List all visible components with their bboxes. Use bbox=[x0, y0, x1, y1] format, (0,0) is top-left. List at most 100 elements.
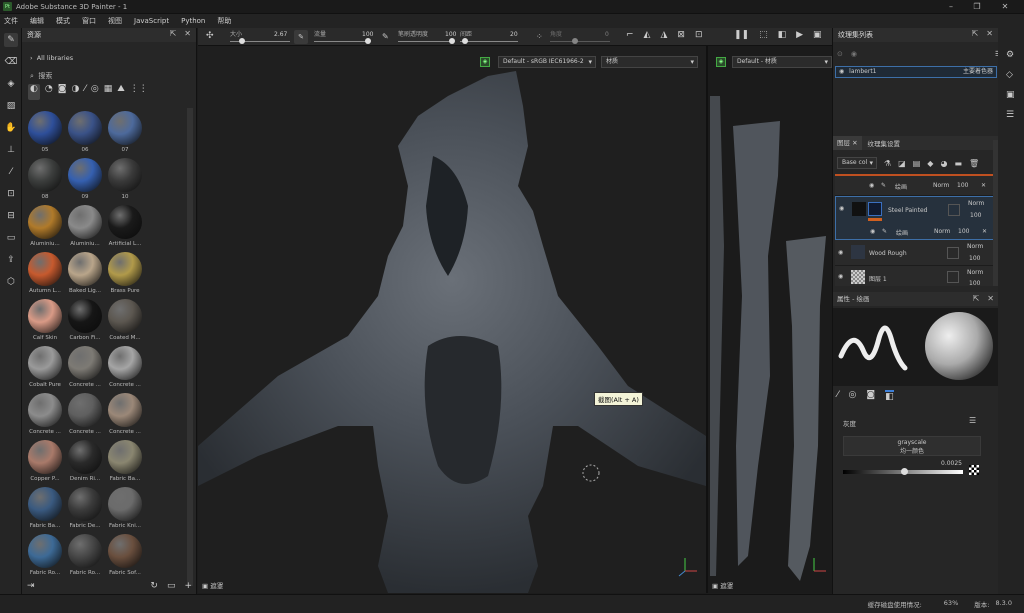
layer-row[interactable]: ◉ Wood Rough Norm 100 bbox=[835, 240, 995, 266]
material-item[interactable]: 06 bbox=[65, 111, 105, 153]
menu-javascript[interactable]: JavaScript bbox=[134, 17, 169, 25]
delete-icon[interactable]: 🗑 bbox=[969, 159, 979, 168]
shader-name[interactable]: 主要着色器 bbox=[963, 67, 993, 77]
add-icon[interactable]: + bbox=[184, 581, 192, 595]
file-icon[interactable]: ▭ bbox=[4, 231, 18, 245]
eye-icon[interactable]: ◉ bbox=[869, 182, 874, 189]
material-item[interactable]: Autumn L... bbox=[25, 252, 65, 294]
close-panel-icon[interactable]: ✕ bbox=[987, 292, 994, 306]
texture-set-item[interactable]: ◉ lambert1 主要着色器 bbox=[835, 66, 997, 78]
link-icon[interactable]: ⊙ bbox=[837, 50, 843, 58]
add-effect-icon[interactable]: ⚗ bbox=[884, 159, 891, 168]
size-slider[interactable]: 大小 2.67 bbox=[230, 29, 290, 45]
layer-checkbox[interactable] bbox=[947, 271, 959, 283]
stencil-tab-icon[interactable]: ◙ bbox=[866, 390, 875, 402]
section-menu-icon[interactable]: ☰ bbox=[969, 416, 976, 425]
layer-name[interactable]: Wood Rough bbox=[869, 250, 907, 257]
3d-model[interactable] bbox=[198, 46, 706, 593]
menu-edit[interactable]: 编辑 bbox=[30, 16, 44, 26]
size-value[interactable]: 2.67 bbox=[274, 31, 287, 38]
material-item[interactable]: Concrete ... bbox=[105, 393, 145, 435]
visibility-icon[interactable]: ◉ bbox=[851, 50, 857, 58]
layer-name[interactable]: 绘画 bbox=[896, 228, 908, 237]
folder-icon[interactable]: ▭ bbox=[167, 581, 176, 595]
flow-track[interactable] bbox=[314, 41, 368, 42]
layer-name[interactable]: Steel Painted bbox=[888, 207, 927, 214]
opacity-slider[interactable]: 笔刷透明度 100 bbox=[398, 29, 458, 45]
blend-mode[interactable]: Norm bbox=[933, 182, 949, 189]
material-item[interactable]: Carbon Fi... bbox=[65, 299, 105, 341]
symmetry-icon[interactable]: ✣ bbox=[206, 31, 214, 41]
layer-opacity[interactable]: 100 bbox=[969, 280, 980, 286]
flow-knob[interactable] bbox=[365, 38, 371, 44]
add-fill-icon[interactable]: ◆ bbox=[927, 159, 933, 168]
layer-icon[interactable]: ⊟ bbox=[4, 209, 18, 223]
split-view-icon[interactable]: ◧ bbox=[778, 30, 787, 40]
settings-icon[interactable]: ⚙ bbox=[1006, 50, 1024, 60]
group-folder-icon[interactable]: ▬ bbox=[954, 159, 962, 168]
shader-icon[interactable]: ◇ bbox=[1006, 70, 1024, 80]
eye-icon[interactable]: ◉ bbox=[870, 228, 875, 235]
grayscale-value[interactable]: 0.0025 bbox=[941, 460, 962, 467]
refresh-icon[interactable]: ↻ bbox=[150, 581, 158, 595]
eraser-icon[interactable]: ⌫ bbox=[4, 55, 18, 69]
material-item[interactable]: Copper P... bbox=[25, 440, 65, 482]
flow-slider[interactable]: 流量 100 bbox=[314, 29, 374, 45]
float-panel-icon[interactable]: ⇱ bbox=[972, 29, 979, 38]
texture-icon[interactable]: ▦ bbox=[104, 84, 113, 100]
material-item[interactable]: 10 bbox=[105, 158, 145, 200]
opacity-track[interactable] bbox=[398, 41, 452, 42]
channel-dropdown[interactable]: Base col bbox=[837, 157, 877, 169]
menu-view[interactable]: 视图 bbox=[108, 16, 122, 26]
tab-layers[interactable]: 图层 ✕ bbox=[833, 136, 862, 150]
material-item[interactable]: Artificial L... bbox=[105, 205, 145, 247]
color-picker-icon[interactable] bbox=[969, 465, 979, 475]
blend-mode[interactable]: Norm bbox=[934, 228, 950, 235]
material-item[interactable]: Fabric Ba... bbox=[105, 440, 145, 482]
smudge-icon[interactable]: ✋ bbox=[4, 121, 18, 135]
projection-icon[interactable]: ◈ bbox=[4, 77, 18, 91]
add-smart-icon[interactable]: ◕ bbox=[940, 159, 947, 168]
clone-stamp-icon[interactable]: ⊥ bbox=[4, 143, 18, 157]
color-picker-icon[interactable]: ⁄ bbox=[4, 165, 18, 179]
material-item[interactable]: Fabric Ro... bbox=[25, 534, 65, 576]
jitter-icon[interactable]: ⁘ bbox=[536, 32, 543, 41]
eye-icon[interactable]: ◉ bbox=[838, 249, 843, 256]
pause-icon[interactable]: ❚❚ bbox=[734, 30, 749, 40]
material-item[interactable]: Concrete ... bbox=[65, 393, 105, 435]
blend-mode[interactable]: Norm bbox=[968, 200, 984, 207]
close-window-icon[interactable]: ✕ bbox=[1000, 2, 1010, 12]
material-item[interactable]: Denim Ri... bbox=[65, 440, 105, 482]
camera-icon[interactable]: ▶ bbox=[796, 30, 803, 40]
search-input[interactable]: 搜索 bbox=[38, 72, 52, 80]
opacity-value[interactable]: 100 bbox=[445, 31, 456, 38]
material-item[interactable]: Fabric Ba... bbox=[25, 487, 65, 529]
material-item[interactable]: Concrete ... bbox=[105, 346, 145, 388]
material-item[interactable]: 09 bbox=[65, 158, 105, 200]
brush-tab-icon[interactable]: ⁄ bbox=[837, 390, 839, 402]
material-tab-icon[interactable]: ◧ bbox=[885, 390, 894, 402]
creature-mesh[interactable] bbox=[198, 71, 706, 593]
layer-row-selected[interactable]: ◉ Steel Painted Norm 100 ◉ ✎ 绘画 Norm 100… bbox=[835, 196, 995, 240]
material-item[interactable]: Aluminiu... bbox=[25, 205, 65, 247]
material-item[interactable]: Concrete ... bbox=[65, 346, 105, 388]
menu-file[interactable]: 文件 bbox=[4, 16, 18, 26]
menu-mode[interactable]: 模式 bbox=[56, 16, 70, 26]
lazy-mouse-icon[interactable]: ⊡ bbox=[695, 30, 703, 40]
mask-toggle-2d[interactable]: ▣ 遮罩 bbox=[712, 580, 733, 590]
material-item[interactable]: Brass Pure bbox=[105, 252, 145, 294]
spacing-knob[interactable] bbox=[462, 38, 468, 44]
bake-icon[interactable]: ⊡ bbox=[4, 187, 18, 201]
minimize-icon[interactable]: – bbox=[946, 2, 956, 12]
mesh-icon[interactable]: ⬡ bbox=[4, 275, 18, 289]
mask-toggle[interactable]: ▣ 遮罩 bbox=[202, 580, 223, 590]
menu-python[interactable]: Python bbox=[181, 17, 205, 25]
layer-row[interactable]: ◉ ✎ 绘画 Norm 100 ✕ bbox=[835, 174, 995, 196]
viewport-2d[interactable]: ◈ Default - 材质 ▣ 遮罩 bbox=[706, 46, 832, 593]
material-item[interactable]: Concrete ... bbox=[25, 393, 65, 435]
polygon-fill-icon[interactable]: ▨ bbox=[4, 99, 18, 113]
angle-value[interactable]: 0 bbox=[605, 31, 609, 38]
screenshot-icon[interactable]: ▣ bbox=[813, 30, 822, 40]
alpha-tab-icon[interactable]: ◎ bbox=[849, 390, 857, 402]
eye-icon[interactable]: ◉ bbox=[839, 205, 844, 212]
